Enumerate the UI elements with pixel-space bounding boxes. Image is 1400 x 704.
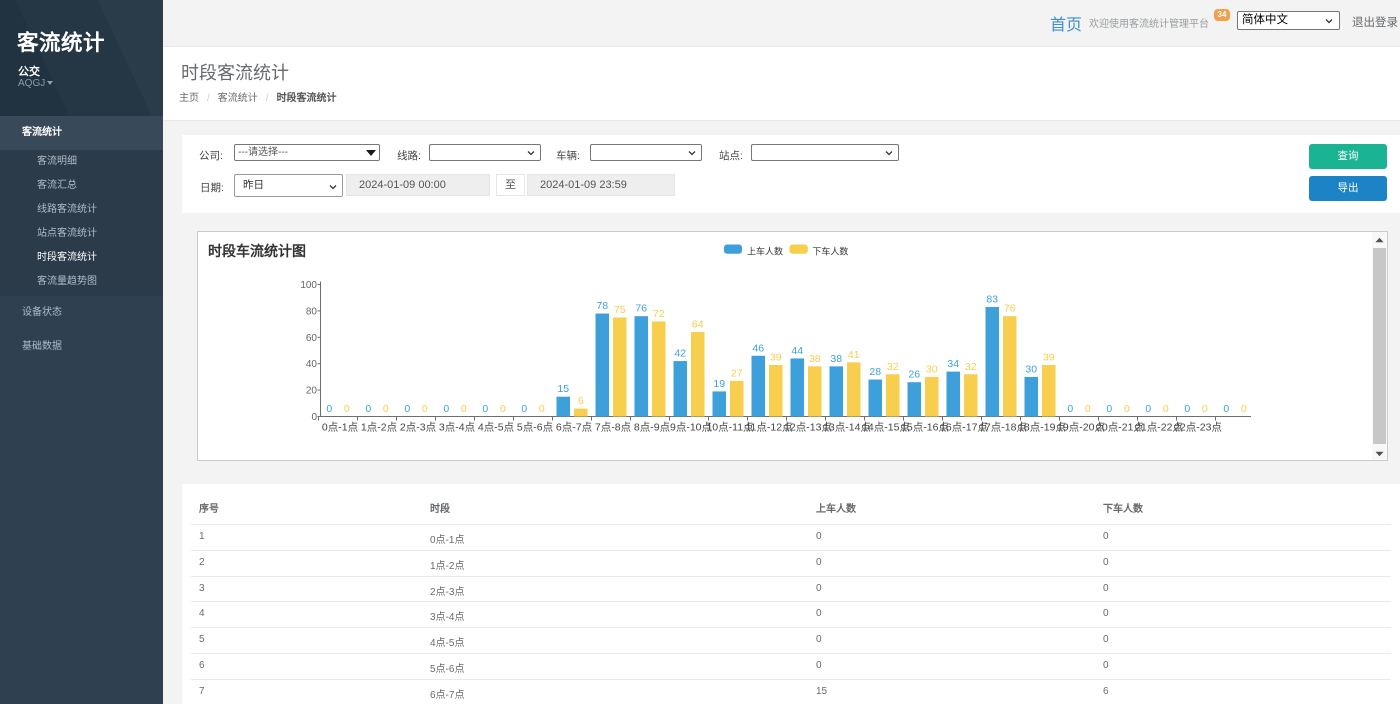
svg-text:38: 38 bbox=[830, 353, 842, 365]
svg-text:8点-9点: 8点-9点 bbox=[634, 422, 670, 434]
svg-text:34: 34 bbox=[947, 358, 959, 370]
svg-text:39: 39 bbox=[1043, 352, 1055, 364]
svg-text:5点-6点: 5点-6点 bbox=[517, 422, 553, 434]
svg-text:0: 0 bbox=[1163, 403, 1169, 415]
svg-text:83: 83 bbox=[986, 293, 998, 305]
svg-text:46: 46 bbox=[752, 342, 764, 354]
svg-text:44: 44 bbox=[791, 345, 803, 357]
svg-text:0: 0 bbox=[344, 403, 350, 415]
svg-text:0: 0 bbox=[1124, 403, 1130, 415]
svg-text:0: 0 bbox=[311, 412, 317, 423]
svg-text:100: 100 bbox=[300, 280, 317, 291]
svg-text:30: 30 bbox=[926, 363, 938, 375]
svg-text:40: 40 bbox=[306, 359, 318, 370]
svg-text:0: 0 bbox=[1184, 403, 1190, 415]
svg-text:3点-4点: 3点-4点 bbox=[439, 422, 475, 434]
svg-text:22点-23点: 22点-23点 bbox=[1174, 422, 1222, 434]
svg-text:64: 64 bbox=[692, 319, 704, 331]
svg-text:38: 38 bbox=[809, 353, 821, 365]
svg-text:0: 0 bbox=[500, 403, 506, 415]
svg-text:42: 42 bbox=[674, 348, 686, 360]
svg-text:19: 19 bbox=[713, 378, 725, 390]
svg-text:60: 60 bbox=[306, 333, 318, 344]
svg-text:76: 76 bbox=[1004, 303, 1016, 315]
svg-text:6: 6 bbox=[578, 395, 584, 407]
svg-text:0: 0 bbox=[521, 403, 527, 415]
svg-text:27: 27 bbox=[731, 367, 743, 379]
svg-text:0: 0 bbox=[1202, 403, 1208, 415]
svg-text:上车人数: 上车人数 bbox=[747, 245, 783, 256]
svg-text:39: 39 bbox=[770, 352, 782, 364]
svg-text:0: 0 bbox=[365, 403, 371, 415]
svg-text:0: 0 bbox=[443, 403, 449, 415]
svg-text:20: 20 bbox=[306, 386, 318, 397]
svg-text:0: 0 bbox=[383, 403, 389, 415]
svg-text:0: 0 bbox=[1106, 403, 1112, 415]
svg-text:0: 0 bbox=[1145, 403, 1151, 415]
svg-text:0: 0 bbox=[1223, 403, 1229, 415]
svg-text:时段车流统计图: 时段车流统计图 bbox=[208, 243, 306, 259]
svg-text:0: 0 bbox=[482, 403, 488, 415]
svg-text:0: 0 bbox=[404, 403, 410, 415]
svg-text:下车人数: 下车人数 bbox=[812, 245, 848, 256]
svg-text:32: 32 bbox=[965, 361, 977, 373]
svg-text:4点-5点: 4点-5点 bbox=[478, 422, 514, 434]
svg-text:0: 0 bbox=[1085, 403, 1091, 415]
svg-text:72: 72 bbox=[653, 308, 665, 320]
svg-text:7点-8点: 7点-8点 bbox=[595, 422, 631, 434]
svg-text:41: 41 bbox=[848, 349, 860, 361]
svg-text:0: 0 bbox=[422, 403, 428, 415]
svg-text:75: 75 bbox=[614, 304, 626, 316]
svg-text:26: 26 bbox=[908, 369, 920, 381]
svg-text:80: 80 bbox=[306, 306, 318, 317]
svg-text:0: 0 bbox=[1067, 403, 1073, 415]
svg-text:1点-2点: 1点-2点 bbox=[361, 422, 397, 434]
svg-text:0: 0 bbox=[461, 403, 467, 415]
svg-text:32: 32 bbox=[887, 361, 899, 373]
svg-text:0点-1点: 0点-1点 bbox=[322, 422, 358, 434]
svg-text:76: 76 bbox=[635, 303, 647, 315]
svg-text:0: 0 bbox=[1241, 403, 1247, 415]
svg-text:2点-3点: 2点-3点 bbox=[400, 422, 436, 434]
svg-text:0: 0 bbox=[326, 403, 332, 415]
svg-text:78: 78 bbox=[596, 300, 608, 312]
svg-text:15: 15 bbox=[557, 383, 569, 395]
svg-text:6点-7点: 6点-7点 bbox=[556, 422, 592, 434]
svg-text:30: 30 bbox=[1025, 363, 1037, 375]
svg-text:0: 0 bbox=[539, 403, 545, 415]
svg-text:28: 28 bbox=[869, 366, 881, 378]
